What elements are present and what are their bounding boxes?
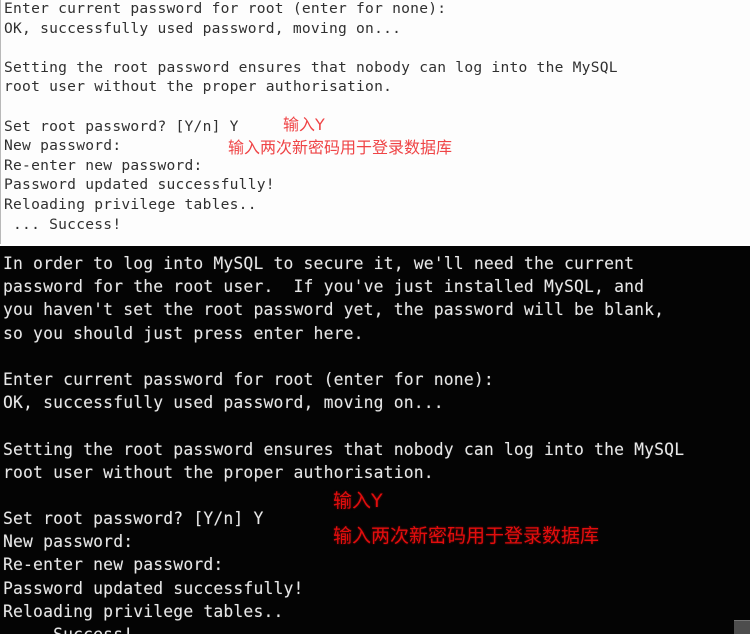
terminal-line: ... Success! [4, 215, 122, 233]
terminal-line: Setting the root password ensures that n… [3, 439, 685, 459]
terminal-line: Password updated successfully! [4, 176, 275, 194]
resize-handle-icon[interactable] [734, 620, 750, 634]
terminal-output-light: Enter current password for root (enter f… [4, 0, 748, 234]
terminal-line: Enter current password for root (enter f… [4, 0, 447, 17]
terminal-line: OK, successfully used password, moving o… [4, 19, 402, 37]
terminal-line: Reloading privilege tables.. [4, 195, 257, 213]
terminal-line: password for the root user. If you've ju… [3, 277, 645, 297]
terminal-line: New password: [3, 532, 134, 552]
terminal-line: you haven't set the root password yet, t… [3, 300, 665, 320]
terminal-line: Reloading privilege tables.. [3, 601, 284, 621]
terminal-line: In order to log into MySQL to secure it,… [3, 254, 635, 273]
terminal-line: root user without the proper authorisati… [4, 78, 393, 96]
terminal-line: Setting the root password ensures that n… [4, 58, 618, 76]
terminal-line: New password: [4, 137, 122, 155]
terminal-line: so you should just press enter here. [3, 323, 364, 343]
terminal-pane-light[interactable]: Enter current password for root (enter f… [0, 0, 750, 244]
terminal-line: Set root password? [Y/n] Y [3, 509, 264, 529]
terminal-line: root user without the proper authorisati… [3, 462, 434, 482]
terminal-line: Re-enter new password: [4, 156, 203, 174]
terminal-line: Set root password? [Y/n] Y [4, 117, 239, 135]
terminal-line: Re-enter new password: [3, 555, 224, 575]
terminal-line: Password updated successfully! [3, 578, 304, 598]
terminal-line: OK, successfully used password, moving o… [3, 393, 444, 413]
screenshot-root: Enter current password for root (enter f… [0, 0, 750, 634]
terminal-line: ... Success! [3, 623, 749, 634]
terminal-output-dark: In order to log into MySQL to secure it,… [3, 252, 749, 634]
terminal-pane-dark[interactable]: In order to log into MySQL to secure it,… [0, 246, 750, 634]
terminal-line: Enter current password for root (enter f… [3, 369, 494, 389]
